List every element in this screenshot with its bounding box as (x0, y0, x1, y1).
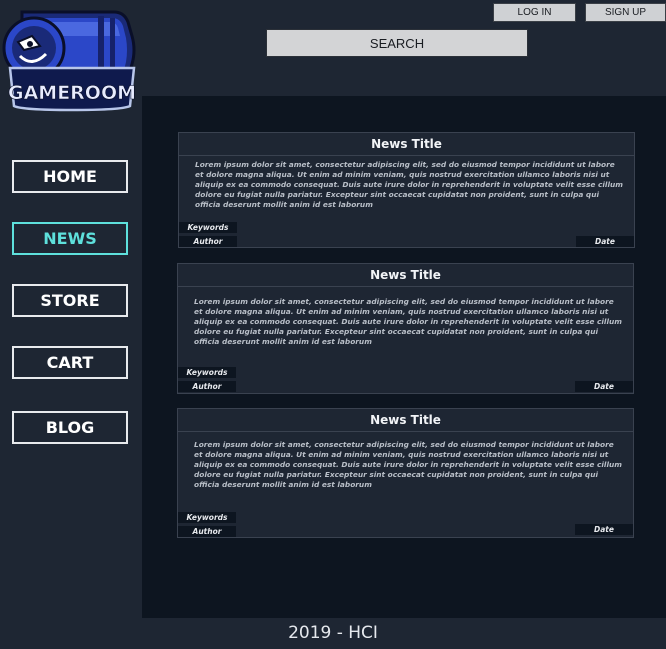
login-button[interactable]: LOG IN (493, 3, 576, 22)
news-author[interactable]: Author (178, 526, 236, 537)
news-title[interactable]: News Title (178, 264, 633, 287)
news-keywords[interactable]: Keywords (179, 222, 237, 233)
nav-blog[interactable]: BLOG (12, 411, 128, 444)
news-card[interactable]: News Title Lorem ipsum dolor sit amet, c… (177, 408, 634, 538)
news-date: Date (576, 236, 634, 247)
news-card[interactable]: News Title Lorem ipsum dolor sit amet, c… (177, 263, 634, 394)
news-author[interactable]: Author (178, 381, 236, 392)
news-body: Lorem ipsum dolor sit amet, consectetur … (194, 297, 622, 346)
news-body: Lorem ipsum dolor sit amet, consectetur … (195, 160, 623, 209)
news-title[interactable]: News Title (178, 409, 633, 432)
news-date: Date (575, 524, 633, 535)
news-body: Lorem ipsum dolor sit amet, consectetur … (194, 440, 622, 489)
logo-text: GAMEROOM (8, 82, 136, 104)
news-title[interactable]: News Title (179, 133, 634, 156)
nav-news[interactable]: NEWS (12, 222, 128, 255)
nav-store[interactable]: STORE (12, 284, 128, 317)
news-author[interactable]: Author (179, 236, 237, 247)
news-date: Date (575, 381, 633, 392)
search-button[interactable]: SEARCH (266, 29, 528, 57)
news-keywords[interactable]: Keywords (178, 367, 236, 378)
news-card[interactable]: News Title Lorem ipsum dolor sit amet, c… (178, 132, 635, 248)
signup-button[interactable]: SIGN UP (585, 3, 666, 22)
nav-home[interactable]: HOME (12, 160, 128, 193)
gameroom-logo[interactable]: GAMEROOM (2, 6, 140, 112)
footer: 2019 - HCI (0, 618, 666, 649)
news-keywords[interactable]: Keywords (178, 512, 236, 523)
nav-cart[interactable]: CART (12, 346, 128, 379)
